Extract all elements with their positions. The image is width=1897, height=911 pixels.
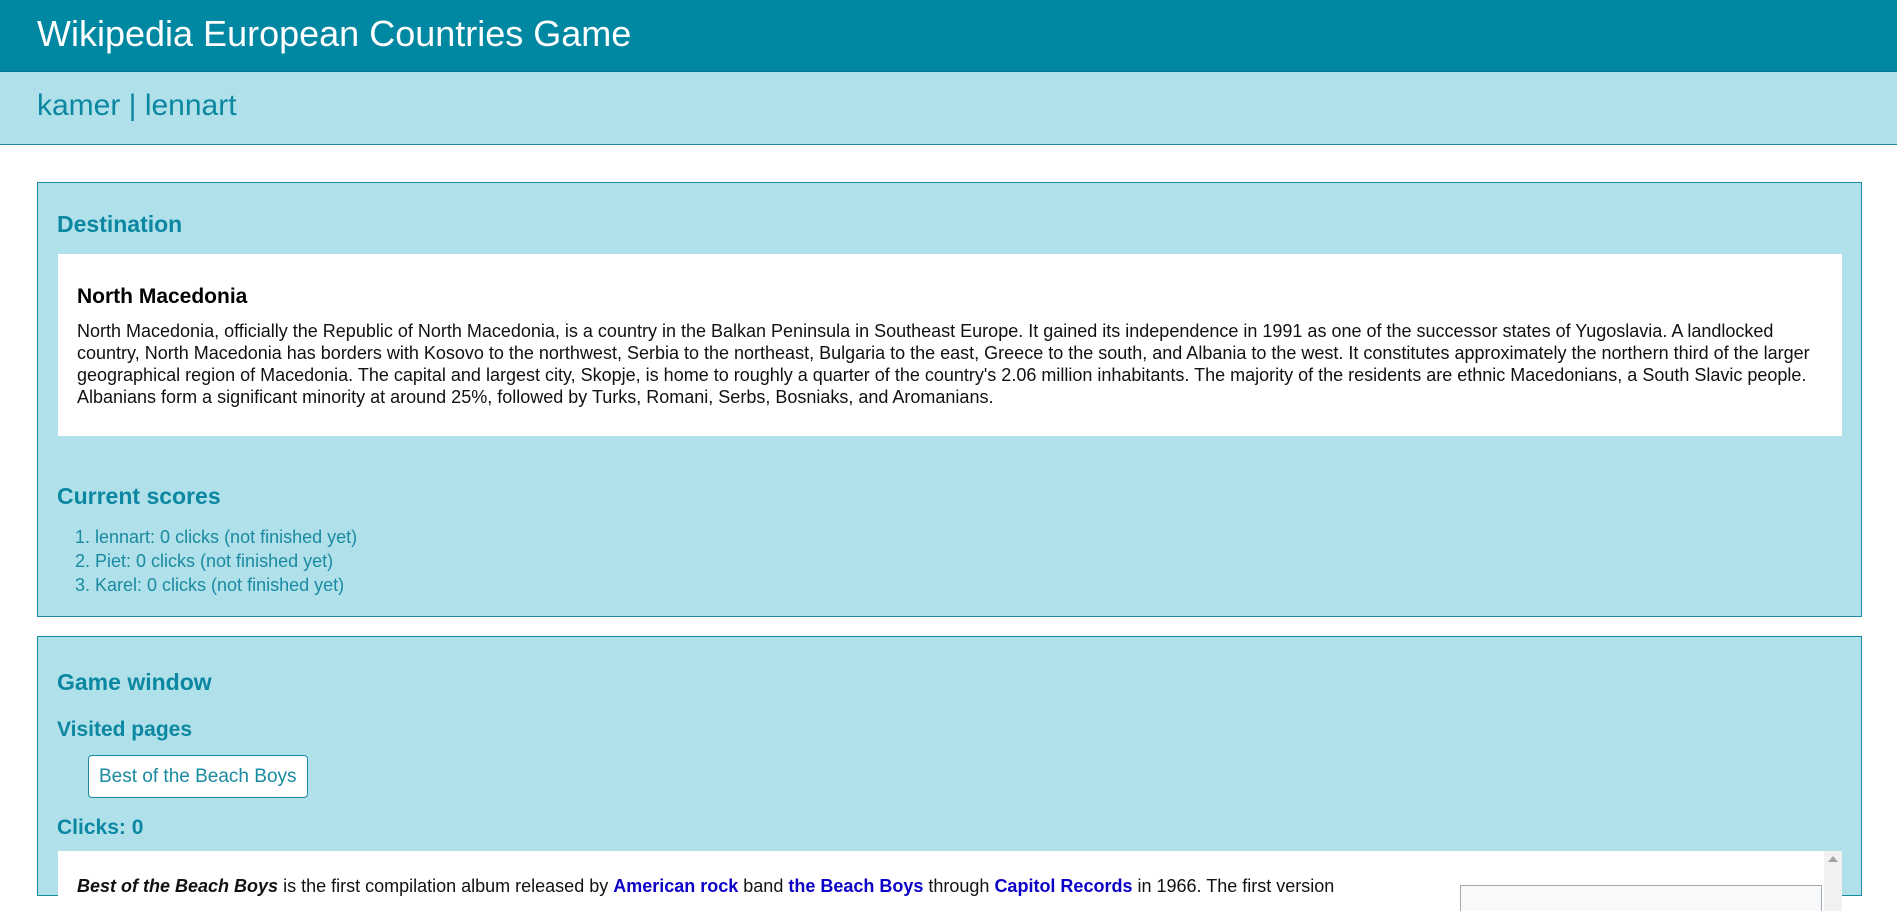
scroll-up-arrow-icon[interactable] <box>1828 856 1838 862</box>
article-scrollbar[interactable] <box>1824 851 1842 911</box>
link-american-rock[interactable]: American rock <box>613 876 738 896</box>
player-names: kamer | lennart <box>37 89 237 122</box>
scores-heading: Current scores <box>57 483 221 509</box>
scores-list: 1. lennart: 0 clicks (not finished yet) … <box>75 525 357 597</box>
album-title: Best of the Beach Boys <box>77 876 279 896</box>
visited-pages-heading: Visited pages <box>57 718 193 741</box>
game-window-heading: Game window <box>57 669 212 695</box>
score-item: 1. lennart: 0 clicks (not finished yet) <box>75 527 358 547</box>
link-capitol-records[interactable]: Capitol Records <box>994 876 1132 896</box>
wikipedia-article-frame[interactable]: Best of the Beach Boys is the first comp… <box>58 851 1842 911</box>
app-title: Wikipedia European Countries Game <box>37 13 632 54</box>
article-text-segment: through <box>923 876 995 896</box>
user-bar: kamer | lennart <box>0 72 1897 145</box>
article-infobox <box>1460 885 1822 911</box>
destination-description: North Macedonia, officially the Republic… <box>77 321 1810 407</box>
article-text-segment: in 1966. The first version <box>1132 876 1335 896</box>
game-panel: Game window Visited pages Best of the Be… <box>37 636 1862 911</box>
destination-panel: Destination North Macedonia North Macedo… <box>37 182 1862 617</box>
article-text: Best of the Beach Boys is the first comp… <box>77 875 1334 897</box>
clicks-counter: Clicks: 0 <box>57 816 144 839</box>
article-text-segment: is the first compilation album released … <box>278 876 614 896</box>
destination-card: North Macedonia North Macedonia, officia… <box>58 254 1842 436</box>
score-item: 2. Piet: 0 clicks (not finished yet) <box>75 551 334 571</box>
score-item: 3. Karel: 0 clicks (not finished yet) <box>75 575 345 595</box>
link-the-beach-boys[interactable]: the Beach Boys <box>788 876 923 896</box>
top-header: Wikipedia European Countries Game <box>0 0 1897 72</box>
visited-page-button[interactable]: Best of the Beach Boys <box>88 755 308 798</box>
article-text-segment: band <box>738 876 789 896</box>
destination-name: North Macedonia <box>77 285 248 308</box>
destination-heading: Destination <box>57 211 183 237</box>
